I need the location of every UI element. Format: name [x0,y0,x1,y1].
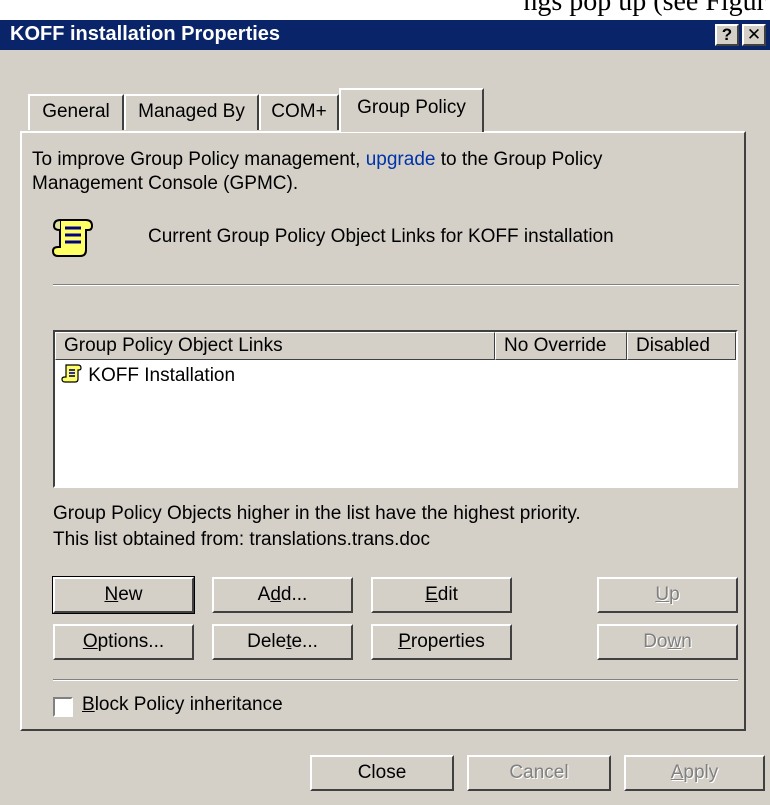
upgrade-link[interactable]: upgrade [366,149,436,170]
apply-button[interactable]: Apply [624,755,765,791]
top-divider [53,284,739,286]
properties-dialog: KOFF installation Properties ? ✕ General… [0,20,770,805]
background-document-fragment: ngs pop up (see Figur [0,0,770,20]
links-heading: Current Group Policy Object Links for KO… [148,226,614,247]
window-title: KOFF installation Properties [10,23,281,45]
close-window-button[interactable]: ✕ [742,24,766,46]
tab-managed-by[interactable]: Managed By [124,94,259,130]
tab-group-policy[interactable]: Group Policy [339,88,484,132]
cancel-button[interactable]: Cancel [467,755,611,791]
close-button[interactable]: Close [310,755,454,791]
scroll-icon [51,219,94,257]
intro-text-start: To improve Group Policy management, [32,149,366,170]
gpmc-upgrade-note: To improve Group Policy management, upgr… [32,148,712,196]
document-text-fragment: ngs pop up (see Figur [523,0,766,17]
group-policy-panel: To improve Group Policy management, upgr… [20,131,746,731]
title-bar: KOFF installation Properties ? ✕ [0,20,770,50]
help-button[interactable]: ? [715,24,739,46]
tab-general[interactable]: General [28,94,124,130]
tab-com-plus[interactable]: COM+ [259,94,339,130]
